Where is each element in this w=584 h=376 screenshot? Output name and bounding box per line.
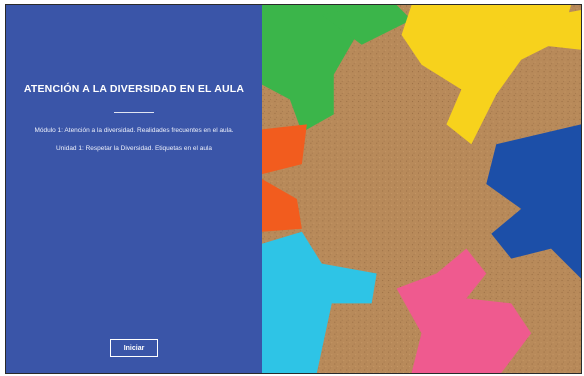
module-subtitle: Módulo 1: Atención a la diversidad. Real… — [34, 127, 234, 134]
intro-panel: ATENCIÓN A LA DIVERSIDAD EN EL AULA Módu… — [6, 5, 262, 373]
cover-image — [262, 5, 581, 373]
paper-people-circle-image — [262, 5, 581, 373]
course-intro-screen: ATENCIÓN A LA DIVERSIDAD EN EL AULA Módu… — [5, 4, 582, 374]
title-divider — [114, 112, 154, 113]
start-button[interactable]: Iniciar — [110, 339, 158, 357]
unit-subtitle: Unidad 1: Respetar la Diversidad. Etique… — [55, 145, 213, 152]
course-title: ATENCIÓN A LA DIVERSIDAD EN EL AULA — [23, 83, 245, 95]
